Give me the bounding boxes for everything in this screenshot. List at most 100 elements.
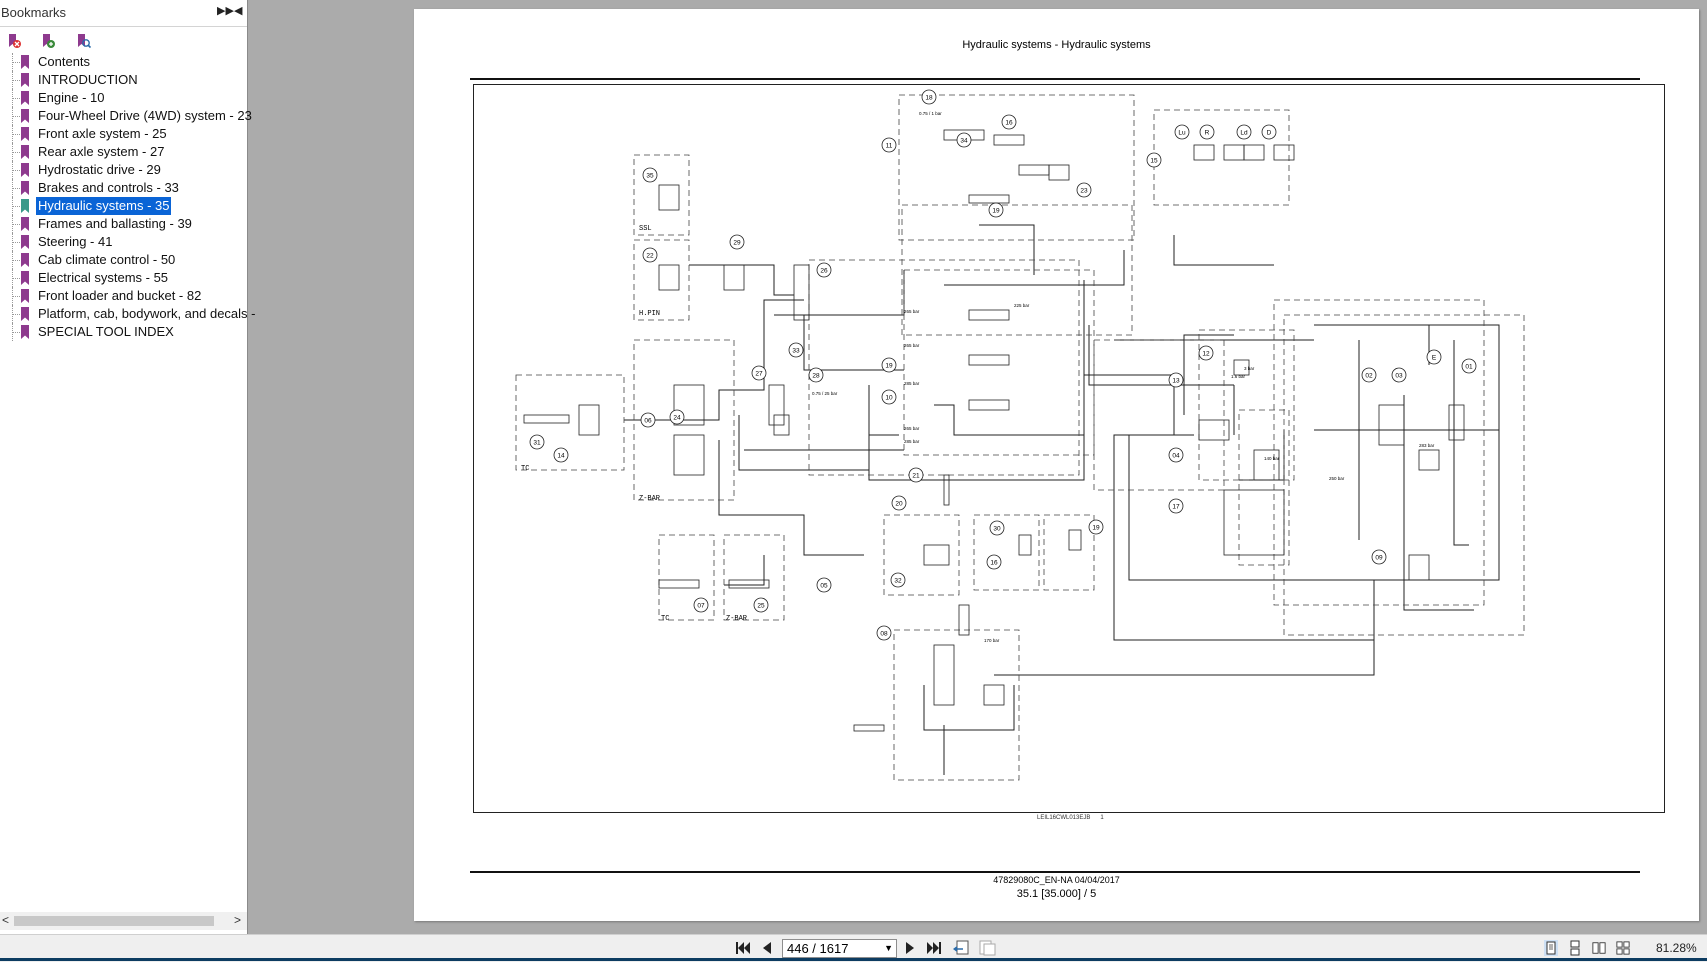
continuous-facing-view-icon[interactable] xyxy=(1616,940,1630,956)
bookmark-label: Steering - 41 xyxy=(38,234,113,249)
callout-label: 16 xyxy=(990,560,998,567)
bookmark-icon xyxy=(21,91,29,105)
callout-marker: 19 xyxy=(988,202,1004,218)
hydraulic-line xyxy=(1113,434,1375,641)
callout-label: 19 xyxy=(885,363,893,370)
bookmark-label: Cab climate control - 50 xyxy=(38,252,176,267)
valve-component xyxy=(1253,449,1280,481)
single-page-view-icon[interactable] xyxy=(1544,940,1558,956)
callout-marker: 12 xyxy=(1198,345,1214,361)
delete-bookmark-icon[interactable] xyxy=(6,33,22,49)
callout-marker: R xyxy=(1199,124,1215,140)
bookmark-label: Front loader and bucket - 82 xyxy=(38,288,202,303)
pressure-label: 1.6 bar xyxy=(1231,374,1246,379)
bookmark-icon xyxy=(21,235,29,249)
valve-component xyxy=(658,184,680,211)
scroll-left-arrow[interactable]: < xyxy=(2,913,9,927)
back-view-icon[interactable] xyxy=(952,940,970,956)
pressure-label: 225 bar xyxy=(1014,303,1030,308)
callout-label: 12 xyxy=(1202,351,1210,358)
bookmark-label: Hydrostatic drive - 29 xyxy=(38,162,161,177)
callout-marker: E xyxy=(1426,349,1442,365)
callout-marker: 07 xyxy=(693,597,709,613)
horizontal-scrollbar[interactable]: < > xyxy=(0,912,247,930)
bookmark-item[interactable]: Hydraulic systems - 35 xyxy=(0,197,247,215)
bookmark-item[interactable]: Brakes and controls - 33 xyxy=(0,179,247,197)
callout-label: 29 xyxy=(733,240,741,247)
bookmark-label: Contents xyxy=(38,54,91,69)
document-page: Hydraulic systems - Hydraulic systems 18… xyxy=(414,9,1699,921)
hydraulic-line xyxy=(1319,324,1430,365)
facing-view-icon[interactable] xyxy=(1592,940,1606,956)
hydraulic-line xyxy=(1239,430,1285,481)
bookmark-item[interactable]: SPECIAL TOOL INDEX xyxy=(0,323,247,341)
triangle-left-icon[interactable]: ◀ xyxy=(234,4,242,17)
hydraulic-line xyxy=(774,270,905,316)
pressure-label: 265 bar xyxy=(904,309,920,314)
page-number-input[interactable]: 446 / 1617 ▼ xyxy=(782,939,897,958)
panel-label: Z-BAR xyxy=(639,495,661,503)
bookmark-label: Four-Wheel Drive (4WD) system - 23 xyxy=(38,108,252,123)
expand-bookmark-icon[interactable] xyxy=(40,33,56,49)
document-code: 47829080C_EN-NA 04/04/2017 xyxy=(993,875,1120,885)
dashed-group-boundary xyxy=(633,154,690,236)
callout-label: 35 xyxy=(646,173,654,180)
first-page-icon[interactable] xyxy=(735,941,751,955)
bookmark-item[interactable]: Engine - 10 xyxy=(0,89,247,107)
next-page-icon[interactable] xyxy=(904,941,916,955)
hydraulic-line xyxy=(979,224,1035,275)
chevron-down-icon[interactable]: ▼ xyxy=(884,940,893,957)
callout-label: 33 xyxy=(792,348,800,355)
bookmark-item[interactable]: Four-Wheel Drive (4WD) system - 23 xyxy=(0,107,252,125)
bookmark-item[interactable]: Electrical systems - 55 xyxy=(0,269,247,287)
double-chevron-right-icon[interactable]: ▶▶ xyxy=(217,4,234,17)
bookmark-item[interactable]: Front loader and bucket - 82 xyxy=(0,287,247,305)
forward-view-icon[interactable] xyxy=(978,940,996,956)
pressure-label: 0.75 / 1 bar xyxy=(919,111,942,116)
scrollbar-thumb[interactable] xyxy=(14,916,214,926)
callout-label: 14 xyxy=(557,453,565,460)
bookmark-item[interactable]: Hydrostatic drive - 29 xyxy=(0,161,247,179)
bookmark-item[interactable]: Front axle system - 25 xyxy=(0,125,247,143)
scroll-right-arrow[interactable]: > xyxy=(234,913,241,927)
callout-marker: 06 xyxy=(640,412,656,428)
bookmark-icon xyxy=(21,55,29,69)
zoom-level[interactable]: 81.28% xyxy=(1656,941,1697,955)
callout-label: 09 xyxy=(1375,555,1383,562)
callout-marker: 13 xyxy=(1168,372,1184,388)
bookmark-item[interactable]: Cab climate control - 50 xyxy=(0,251,247,269)
bookmark-label: Brakes and controls - 33 xyxy=(38,180,179,195)
callout-label: 02 xyxy=(1365,373,1373,380)
valve-component xyxy=(923,544,950,566)
continuous-view-icon[interactable] xyxy=(1568,940,1582,956)
callout-marker: 09 xyxy=(1371,549,1387,565)
bookmark-item[interactable]: Steering - 41 xyxy=(0,233,247,251)
valve-component xyxy=(983,684,1005,706)
bookmark-item[interactable]: INTRODUCTION xyxy=(0,71,247,89)
valve-component xyxy=(1243,144,1265,161)
valve-component xyxy=(1018,534,1032,556)
pressure-label: 140 bar xyxy=(1264,456,1280,461)
bookmarks-panel: Bookmarks ▶▶ ◀ Contents INTRODUCTION Engin… xyxy=(0,0,256,934)
bookmark-item[interactable]: Platform, cab, bodywork, and decals - xyxy=(0,305,256,323)
bookmark-item[interactable]: Contents xyxy=(0,53,247,71)
dashed-group-boundary xyxy=(903,269,1095,456)
bookmark-icon xyxy=(21,325,29,339)
callout-label: 25 xyxy=(757,603,765,610)
bookmark-item[interactable]: Frames and ballasting - 39 xyxy=(0,215,247,233)
dashed-group-boundary xyxy=(1238,409,1290,566)
schematic-drawing: 18 16 11 34 23 19 15 Lu R Ld D 35 22 29 26 33 19 10 21 27 28… xyxy=(515,89,1525,781)
find-bookmark-icon[interactable] xyxy=(75,33,91,49)
callout-marker: 29 xyxy=(729,234,745,250)
previous-page-icon[interactable] xyxy=(761,941,773,955)
callout-marker: Lu xyxy=(1174,124,1190,140)
last-page-icon[interactable] xyxy=(926,941,942,955)
dashed-group-boundary xyxy=(633,239,690,321)
callout-label: 21 xyxy=(912,473,920,480)
callout-marker: 24 xyxy=(669,409,685,425)
callout-label: 18 xyxy=(925,95,933,102)
bookmark-toolbar xyxy=(0,27,247,51)
valve-component xyxy=(1223,144,1245,161)
valve-component xyxy=(968,194,1010,204)
bookmark-item[interactable]: Rear axle system - 27 xyxy=(0,143,247,161)
